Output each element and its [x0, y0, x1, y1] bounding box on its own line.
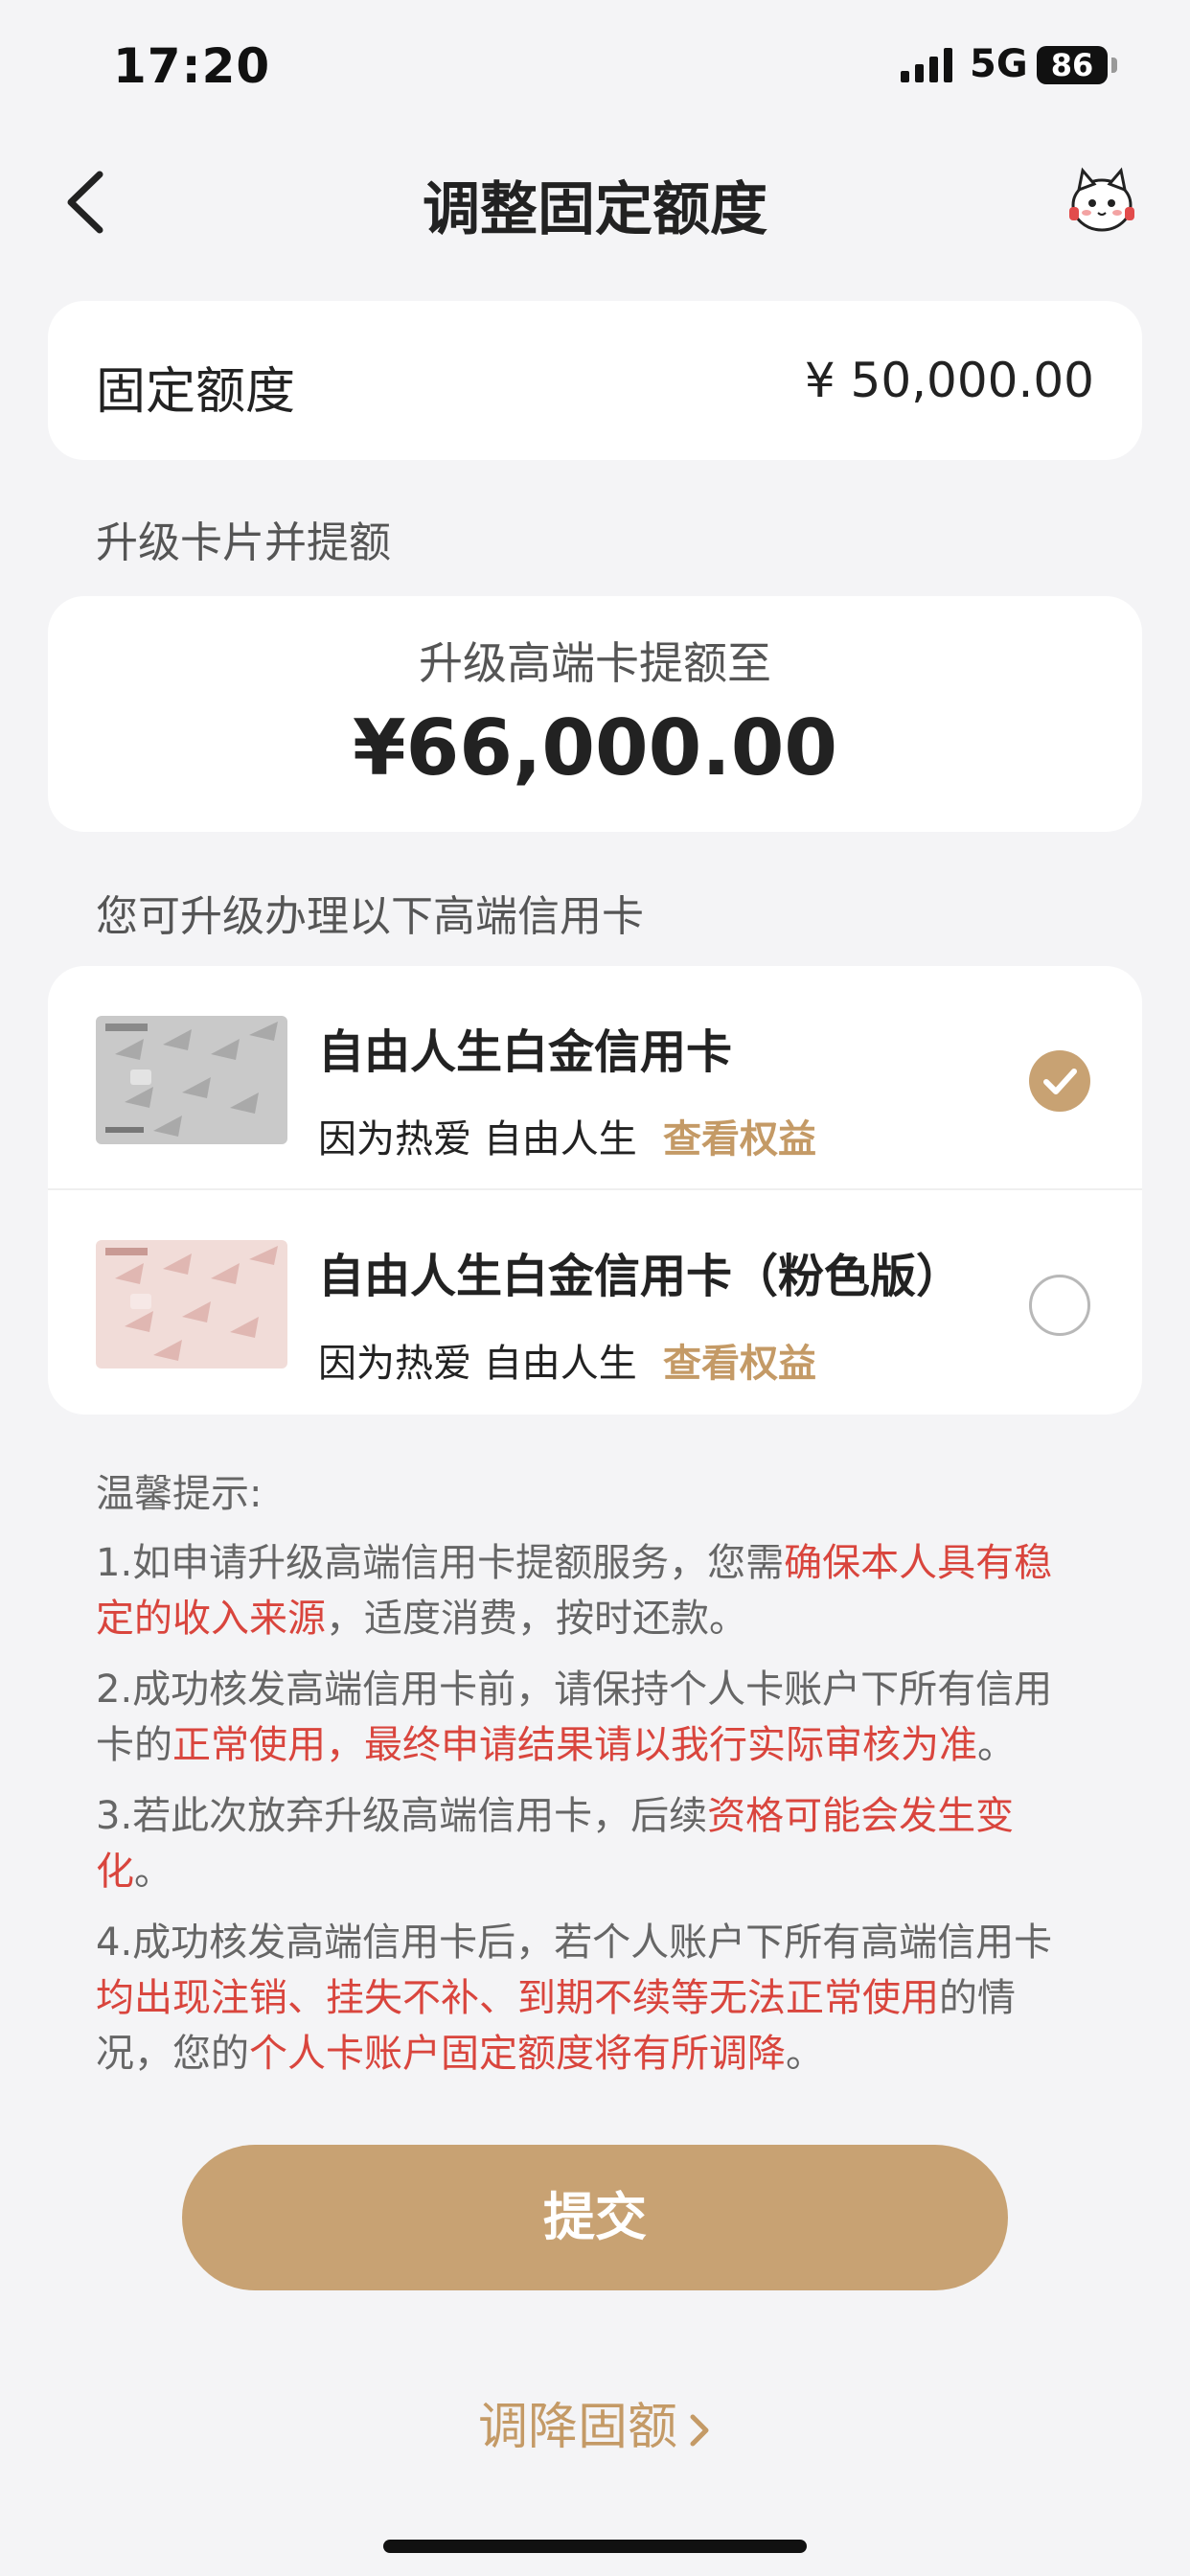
- view-benefits-link[interactable]: 查看权益: [663, 1108, 816, 1163]
- page-title: 调整固定额度: [423, 176, 767, 243]
- fixed-limit-value: ¥ 50,000.00: [804, 353, 1094, 408]
- fixed-limit-card: 固定额度 ¥ 50,000.00: [48, 301, 1142, 460]
- fixed-limit-label: 固定额度: [96, 363, 296, 421]
- platinum-card-image: [96, 1016, 287, 1144]
- tip-item-2: 2.成功核发高端信用卡前，请保持个人卡账户下所有信用卡的正常使用，最终申请结果请…: [96, 1662, 1073, 1773]
- home-indicator: [383, 2540, 807, 2553]
- tip-text: 。: [977, 1723, 1016, 1767]
- upgrade-section-label: 升级卡片并提额: [96, 518, 391, 567]
- tip-item-3: 3.若此次放弃升级高端信用卡，后续资格可能会发生变化。: [96, 1788, 1073, 1899]
- tip-text: 4.成功核发高端信用卡后，若个人账户下所有高端信用卡: [96, 1920, 1053, 1965]
- tip-text: 1.如申请升级高端信用卡提额服务，您需: [96, 1541, 785, 1585]
- tip-text: 。: [134, 1850, 172, 1894]
- lower-limit-link[interactable]: 调降固额: [0, 2386, 1190, 2458]
- tip-item-1: 1.如申请升级高端信用卡提额服务，您需确保本人具有稳定的收入来源，适度消费，按时…: [96, 1535, 1073, 1646]
- network-label: 5G: [970, 42, 1028, 86]
- card-name: 自由人生白金信用卡: [318, 1025, 733, 1079]
- view-benefits-link[interactable]: 查看权益: [663, 1332, 816, 1388]
- card-name: 自由人生白金信用卡（粉色版）: [318, 1250, 963, 1303]
- platinum-pink-card-image: [96, 1240, 287, 1368]
- card-option-platinum[interactable]: 自由人生白金信用卡 因为热爱 自由人生 查看权益: [48, 966, 1142, 1190]
- tip-highlight: 个人卡账户固定额度将有所调降: [249, 2032, 786, 2076]
- promo-amount: ¥66,000.00: [352, 703, 838, 793]
- battery-cap: [1111, 58, 1117, 73]
- tip-text: ，适度消费，按时还款。: [326, 1597, 747, 1641]
- lower-limit-label: 调降固额: [477, 2399, 677, 2456]
- card-slogan: 因为热爱 自由人生: [318, 1342, 637, 1386]
- card-list: 自由人生白金信用卡 因为热爱 自由人生 查看权益 自由人生白金信用卡（粉色版）: [48, 966, 1142, 1414]
- cards-section-label: 您可升级办理以下高端信用卡: [96, 892, 644, 941]
- nav-bar: 调整固定额度: [0, 144, 1190, 259]
- tip-highlight: 均出现注销、挂失不补、到期不续等无法正常使用: [96, 1976, 939, 2020]
- tip-text: 。: [786, 2032, 824, 2076]
- upgrade-promo-card: 升级高端卡提额至 ¥66,000.00: [48, 596, 1142, 832]
- tip-text: 3.若此次放弃升级高端信用卡，后续: [96, 1794, 708, 1838]
- status-time: 17:20: [113, 38, 271, 94]
- screen: 17:20 5G 86 调整固定额度 固定额度 ¥ 50,000.00 升级卡片…: [0, 0, 1190, 2576]
- tip-item-4: 4.成功核发高端信用卡后，若个人账户下所有高端信用卡均出现注销、挂失不补、到期不…: [96, 1915, 1073, 2082]
- mascot-icon[interactable]: [1064, 161, 1140, 238]
- promo-subtitle: 升级高端卡提额至: [419, 637, 771, 689]
- tips-section: 温馨提示: 1.如申请升级高端信用卡提额服务，您需确保本人具有稳定的收入来源，适…: [96, 1466, 1073, 2097]
- card-option-platinum-pink[interactable]: 自由人生白金信用卡（粉色版） 因为热爱 自由人生 查看权益: [48, 1190, 1142, 1414]
- status-bar: 17:20 5G 86: [0, 0, 1190, 134]
- checkmark-radio-selected-icon[interactable]: [1029, 1050, 1090, 1112]
- tips-title: 温馨提示:: [96, 1472, 263, 1516]
- chevron-right-icon: [690, 2414, 709, 2447]
- battery-icon: 86: [1037, 46, 1108, 84]
- tip-highlight: 正常使用，最终申请结果请以我行实际审核为准: [172, 1723, 977, 1767]
- submit-button[interactable]: 提交: [182, 2145, 1008, 2290]
- card-slogan: 因为热爱 自由人生: [318, 1117, 637, 1162]
- signal-icon: [901, 48, 952, 82]
- radio-unselected-icon[interactable]: [1029, 1275, 1090, 1336]
